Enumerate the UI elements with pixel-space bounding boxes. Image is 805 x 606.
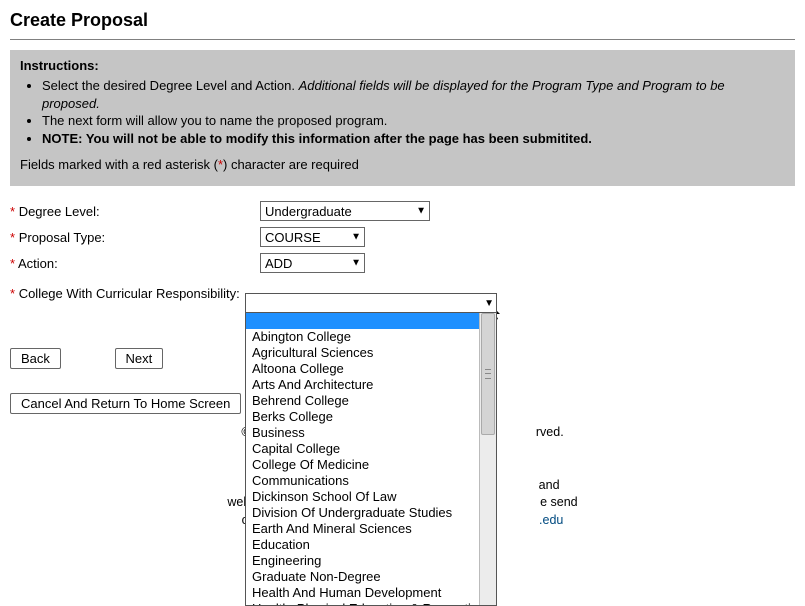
required-fields-note: Fields marked with a red asterisk (*) ch… (20, 157, 785, 172)
required-asterisk: * (10, 256, 15, 271)
dropdown-option[interactable]: Health, Physical Education & Recreation (246, 601, 479, 605)
dropdown-option[interactable]: Graduate Non-Degree (246, 569, 479, 585)
dropdown-option[interactable]: Berks College (246, 409, 479, 425)
dropdown-option[interactable]: Engineering (246, 553, 479, 569)
dropdown-option[interactable]: Business (246, 425, 479, 441)
select-value: COURSE (265, 230, 321, 245)
heading-rule (10, 39, 795, 40)
dropdown-option[interactable]: Behrend College (246, 393, 479, 409)
footer-text: e send (540, 495, 578, 509)
proposal-type-select[interactable]: COURSE ▼ (260, 227, 365, 247)
dropdown-option[interactable]: Abington College (246, 329, 479, 345)
dropdown-option[interactable]: Health And Human Development (246, 585, 479, 601)
chevron-down-icon: ▼ (484, 298, 494, 309)
back-button[interactable]: Back (10, 348, 61, 369)
required-note-post: ) character are required (223, 157, 359, 172)
footer-text: rved. (536, 425, 564, 439)
instructions-heading: Instructions: (20, 58, 99, 73)
dropdown-option[interactable]: Education (246, 537, 479, 553)
instruction-item: NOTE: You will not be able to modify thi… (42, 130, 785, 148)
action-label: * Action: (10, 256, 260, 271)
label-text: Proposal Type: (19, 230, 105, 245)
dropdown-option[interactable]: Earth And Mineral Sciences (246, 521, 479, 537)
proposal-type-label: * Proposal Type: (10, 230, 260, 245)
dropdown-option[interactable]: Altoona College (246, 361, 479, 377)
college-label: * College With Curricular Responsibility… (10, 286, 245, 301)
action-select[interactable]: ADD ▼ (260, 253, 365, 273)
dropdown-scrollbar[interactable] (479, 313, 496, 605)
required-asterisk: * (10, 230, 15, 245)
dropdown-option[interactable]: Capital College (246, 441, 479, 457)
label-text: Degree Level: (19, 204, 100, 219)
required-asterisk: * (10, 204, 15, 219)
dropdown-option[interactable]: Dickinson School Of Law (246, 489, 479, 505)
instruction-item: Select the desired Degree Level and Acti… (42, 77, 785, 112)
required-note-pre: Fields marked with a red asterisk ( (20, 157, 218, 172)
instruction-item: The next form will allow you to name the… (42, 112, 785, 130)
instructions-panel: Instructions: Select the desired Degree … (10, 50, 795, 186)
dropdown-option[interactable] (246, 313, 479, 329)
chevron-down-icon: ▼ (416, 206, 426, 217)
dropdown-option[interactable]: College Of Medicine (246, 457, 479, 473)
dropdown-option[interactable]: Arts And Architecture (246, 377, 479, 393)
dropdown-header[interactable]: ▼ (246, 294, 496, 313)
footer-link-email[interactable]: .edu (539, 513, 563, 527)
college-dropdown[interactable]: ▼ Abington CollegeAgricultural SciencesA… (245, 293, 497, 606)
next-button[interactable]: Next (115, 348, 164, 369)
scrollbar-thumb[interactable] (481, 313, 495, 435)
footer-text: and (539, 478, 560, 492)
page-title: Create Proposal (10, 10, 795, 31)
required-asterisk: * (10, 286, 15, 301)
dropdown-option[interactable]: Communications (246, 473, 479, 489)
cancel-button[interactable]: Cancel And Return To Home Screen (10, 393, 241, 414)
label-text: Action: (18, 256, 58, 271)
dropdown-option[interactable]: Agricultural Sciences (246, 345, 479, 361)
chevron-down-icon: ▼ (351, 258, 361, 269)
dropdown-list[interactable]: Abington CollegeAgricultural SciencesAlt… (246, 313, 479, 605)
select-value: Undergraduate (265, 204, 352, 219)
chevron-down-icon: ▼ (351, 232, 361, 243)
select-value: ADD (265, 256, 292, 271)
dropdown-option[interactable]: Division Of Undergraduate Studies (246, 505, 479, 521)
label-text: College With Curricular Responsibility: (19, 286, 240, 301)
instruction-text: Select the desired Degree Level and Acti… (42, 78, 299, 93)
degree-level-label: * Degree Level: (10, 204, 260, 219)
instruction-note: NOTE: You will not be able to modify thi… (42, 131, 592, 146)
degree-level-select[interactable]: Undergraduate ▼ (260, 201, 430, 221)
